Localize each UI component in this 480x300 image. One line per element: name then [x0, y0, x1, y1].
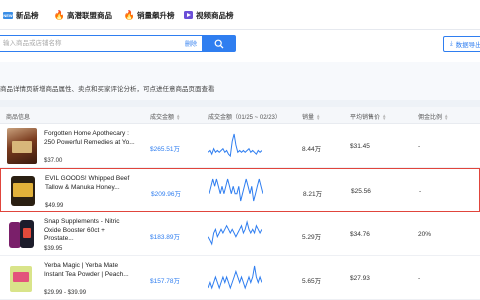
clear-button[interactable]: 删除 — [185, 39, 197, 48]
search-bar-row: 删除 ⤓ 数据导出 — [0, 30, 480, 62]
sales-quantity: 8.44万 — [302, 146, 322, 153]
sales-amount: $209.96万 — [151, 191, 181, 198]
trend-sparkline — [208, 265, 262, 290]
sort-icon: ▲ ▼ — [176, 112, 181, 121]
header-avg-price-label: 平均销售价 — [350, 115, 381, 121]
trend-sparkline — [208, 220, 262, 246]
sales-amount: $183.89万 — [150, 234, 180, 241]
commission-rate: 20% — [418, 231, 432, 238]
header-commission[interactable]: 佣金比例 ▲ ▼ — [418, 112, 448, 121]
info-text: 商品详情页新增商品属性、卖点和买家评论分析，可点进任意商品页面查看 — [0, 86, 215, 93]
sales-quantity: 8.21万 — [303, 191, 323, 198]
table-row[interactable]: Yerba Magic | Yerba Mate Instant Tea Pow… — [0, 256, 480, 300]
export-button[interactable]: ⤓ 数据导出 — [443, 36, 480, 52]
sales-amount: $265.51万 — [150, 146, 180, 153]
product-image[interactable] — [8, 173, 38, 209]
search-input[interactable] — [0, 35, 202, 52]
sales-quantity: 5.29万 — [302, 234, 322, 241]
table-header: 商品信息 成交金额 ▲ ▼ 成交金额（01/25 ~ 02/23） 销量 ▲ ▼ 平均销… — [0, 107, 480, 124]
product-price: $49.99 — [45, 203, 64, 209]
tab-label: 视频商品榜 — [196, 10, 234, 20]
header-product: 商品信息 — [6, 112, 30, 121]
avg-price: $27.93 — [350, 275, 370, 282]
header-sales-amount-label: 成交金额 — [150, 115, 175, 121]
header-product-label: 商品信息 — [6, 115, 31, 121]
product-name[interactable]: EVIL GOODS! Whipped Beef Tallow & Manuka… — [45, 175, 137, 192]
header-quantity-label: 销量 — [302, 115, 315, 121]
avg-price: $34.76 — [350, 231, 370, 238]
download-icon: ⤓ — [450, 40, 453, 47]
fire-icon: 🔥 — [53, 9, 66, 20]
product-price: $39.95 — [44, 246, 63, 252]
tab-high-potential[interactable]: 🔥 高潜联盟商品 — [53, 8, 112, 22]
commission-rate: - — [419, 188, 422, 195]
fire-icon: 🔥 — [123, 9, 136, 20]
commission-rate: - — [418, 143, 421, 150]
product-price: $29.99 - $39.99 — [44, 290, 87, 296]
tab-video-products[interactable]: 视频商品榜 — [184, 8, 234, 22]
export-label: 数据导出 — [455, 42, 480, 49]
table-row[interactable]: Snap Supplements - Nitric Oxide Booster … — [0, 212, 480, 256]
product-name[interactable]: Snap Supplements - Nitric Oxide Booster … — [44, 218, 136, 244]
product-price: $37.00 — [44, 158, 63, 164]
commission-rate: - — [418, 275, 421, 282]
tab-sales-surge[interactable]: 🔥 销量飙升榜 — [123, 8, 175, 22]
sort-icon: ▲ ▼ — [444, 112, 449, 121]
sort-icon: ▲ ▼ — [382, 112, 387, 121]
header-commission-label: 佣金比例 — [418, 115, 443, 121]
tab-label: 新品榜 — [16, 10, 39, 20]
header-trend: 成交金额（01/25 ~ 02/23） — [208, 112, 281, 121]
info-banner: 商品详情页新增商品属性、卖点和买家评论分析，可点进任意商品页面查看 — [0, 62, 480, 100]
sort-icon: ▲ ▼ — [316, 112, 321, 121]
sales-amount: $157.78万 — [150, 278, 180, 285]
tab-label: 销量飙升榜 — [137, 10, 175, 20]
avg-price: $25.56 — [351, 188, 371, 195]
product-image[interactable] — [7, 128, 37, 164]
product-table: 商品信息 成交金额 ▲ ▼ 成交金额（01/25 ~ 02/23） 销量 ▲ ▼ 平均销… — [0, 107, 480, 300]
search-button[interactable] — [202, 35, 236, 52]
tab-label: 高潜联盟商品 — [67, 10, 112, 20]
table-row[interactable]: Forgotten Home Apothecary : 250 Powerful… — [0, 124, 480, 168]
trend-sparkline — [208, 133, 262, 158]
product-name[interactable]: Yerba Magic | Yerba Mate Instant Tea Pow… — [44, 262, 136, 279]
header-sales-amount[interactable]: 成交金额 ▲ ▼ — [150, 112, 180, 121]
table-row[interactable]: EVIL GOODS! Whipped Beef Tallow & Manuka… — [0, 168, 480, 212]
avg-price: $31.45 — [350, 143, 370, 150]
header-avg-price[interactable]: 平均销售价 ▲ ▼ — [350, 112, 386, 121]
tab-new-products[interactable]: NEW 新品榜 — [3, 8, 39, 22]
product-image[interactable] — [7, 216, 37, 252]
video-icon — [184, 11, 193, 19]
sales-quantity: 5.65万 — [302, 278, 322, 285]
header-trend-label: 成交金额（01/25 ~ 02/23） — [208, 115, 281, 121]
product-name[interactable]: Forgotten Home Apothecary : 250 Powerful… — [44, 130, 136, 147]
trend-sparkline — [209, 178, 263, 202]
top-tab-bar: NEW 新品榜 🔥 高潜联盟商品 🔥 销量飙升榜 视频商品榜 — [0, 0, 480, 30]
product-image[interactable] — [7, 260, 37, 296]
header-quantity[interactable]: 销量 ▲ ▼ — [302, 112, 320, 121]
search-icon — [214, 39, 224, 48]
new-icon: NEW — [3, 11, 13, 19]
